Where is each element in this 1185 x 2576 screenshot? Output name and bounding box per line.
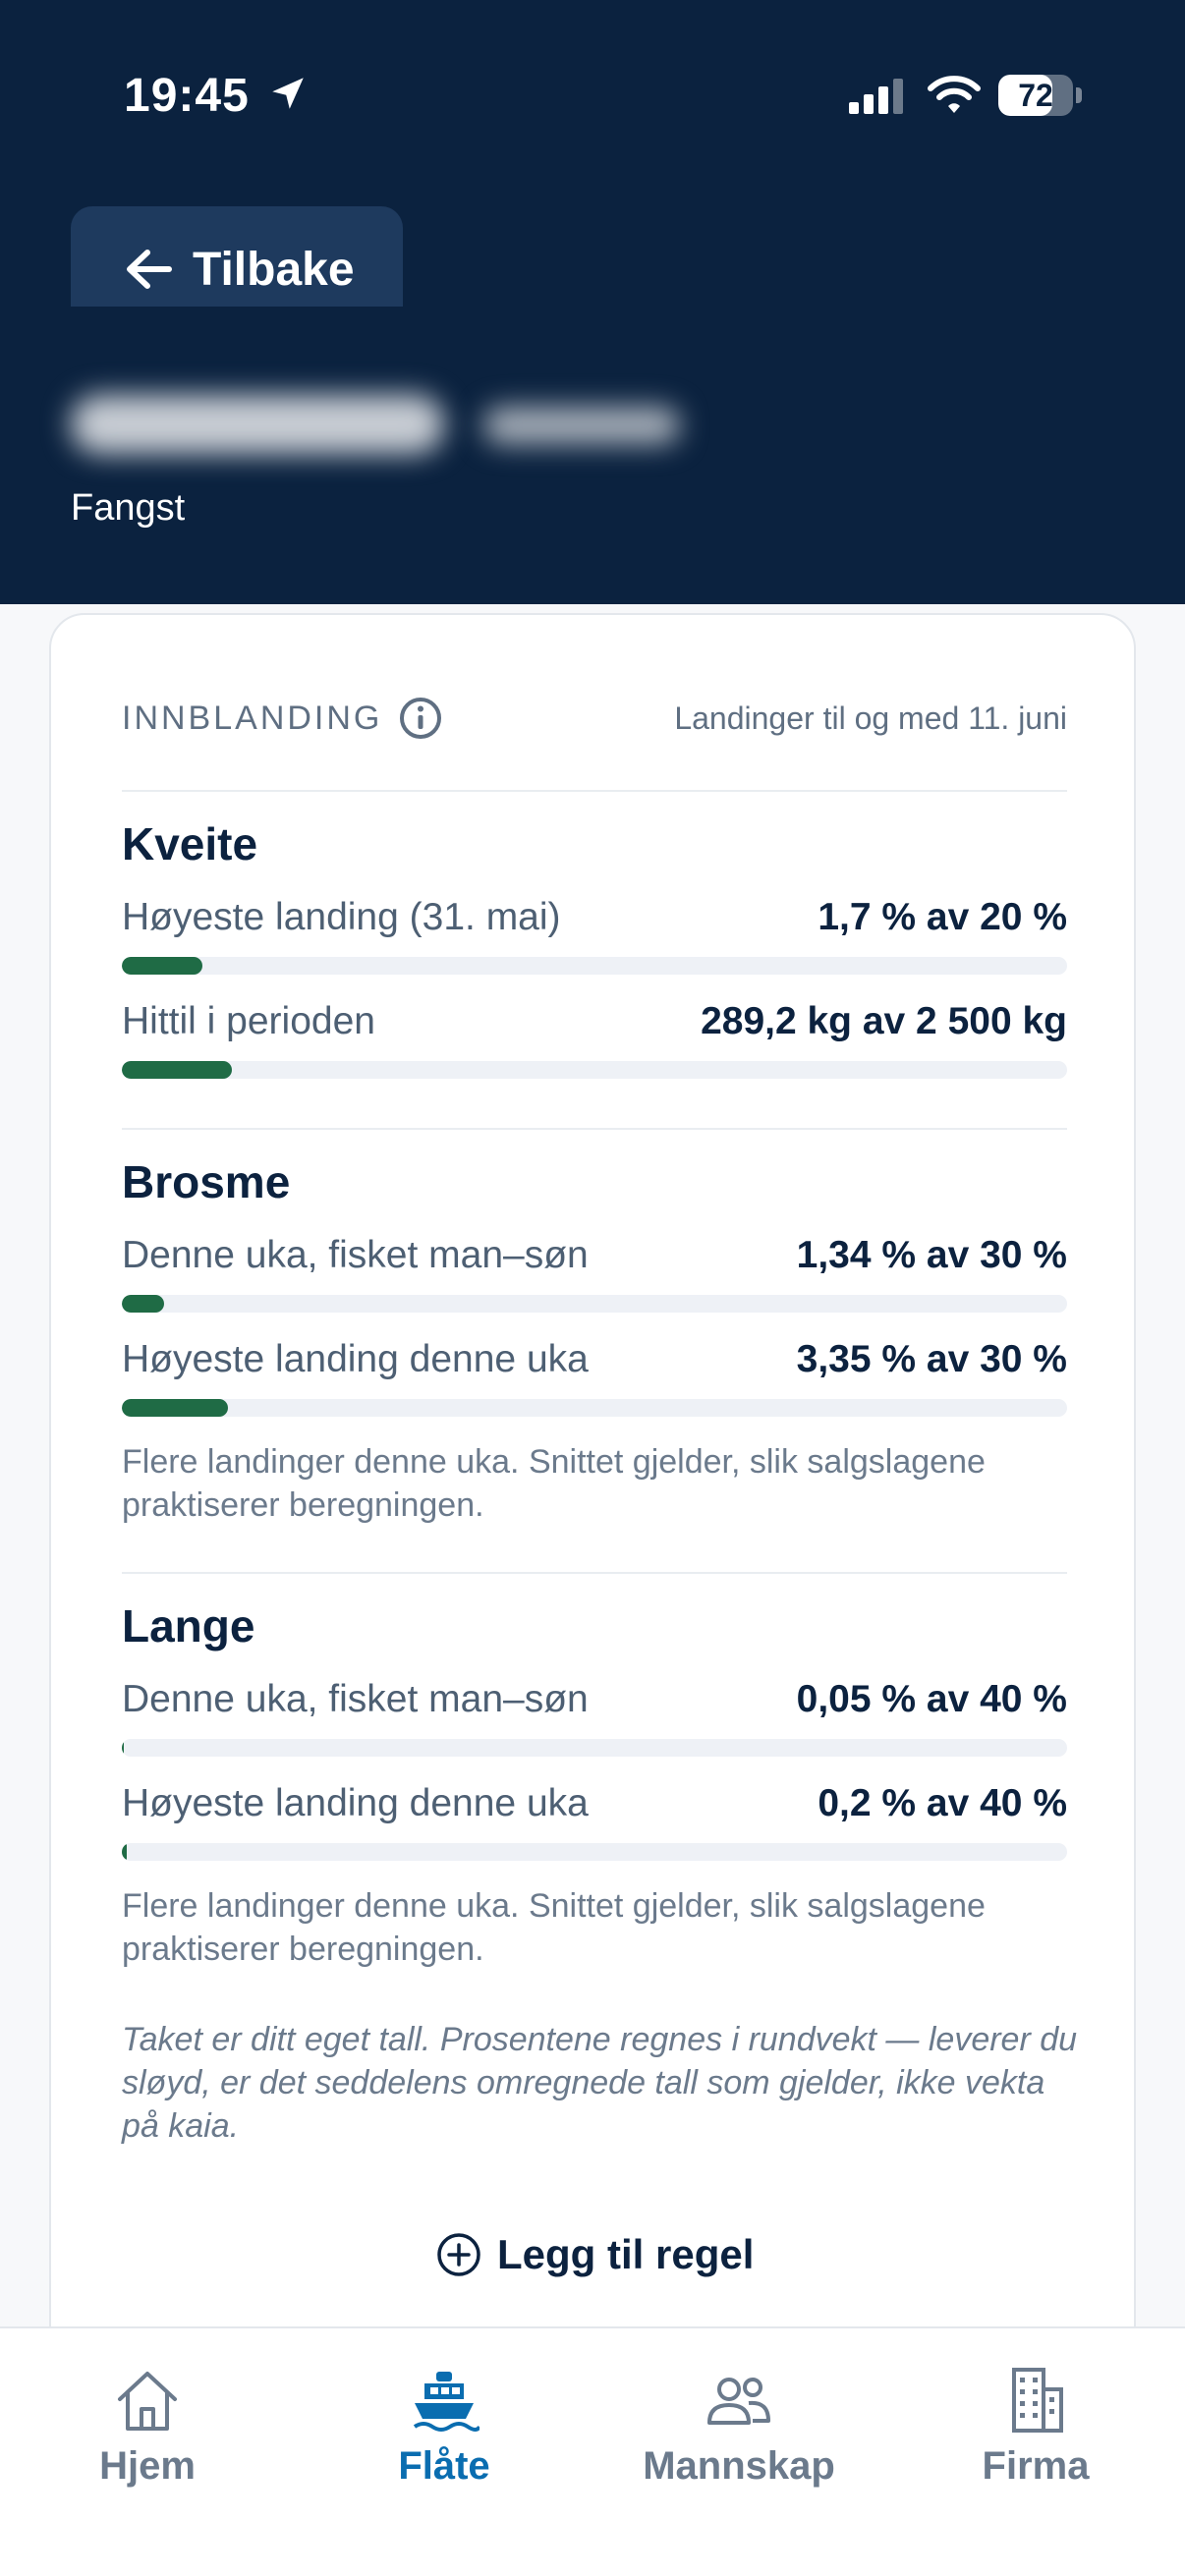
people-icon [707, 2378, 770, 2425]
progress-fill [122, 1295, 165, 1313]
row-value: 0,2 % av 40 % [818, 1782, 1067, 1824]
group-note: Flere landinger denne uka. Snittet gjeld… [122, 1887, 986, 1968]
progress-fill [122, 957, 202, 975]
tab-label: Flåte [398, 2444, 490, 2488]
section-title: INNBLANDING [122, 699, 383, 737]
boat-icon [413, 2372, 480, 2432]
date-note: Landinger til og med 11. juni [674, 700, 1067, 736]
home-icon [118, 2372, 177, 2431]
info-icon[interactable] [398, 696, 443, 741]
wifi-icon [928, 76, 981, 113]
signal-icon [849, 79, 903, 114]
progress-bar [122, 1399, 1067, 1417]
tab-firma[interactable]: Firma [888, 2366, 1183, 2489]
add-rule-label: Legg til regel [497, 2231, 755, 2277]
row-label: Høyeste landing denne uka [122, 1338, 589, 1380]
progress-fill [122, 1399, 228, 1417]
tab-hjem[interactable]: Hjem [0, 2366, 295, 2489]
section-label: INNBLANDING [122, 696, 443, 741]
add-rule-button[interactable]: Legg til regel [436, 2231, 754, 2278]
progress-bar [122, 1739, 1067, 1757]
status-time: 19:45 [124, 70, 250, 122]
tab-flate[interactable]: Flåte [297, 2366, 592, 2489]
tab-label: Firma [982, 2444, 1090, 2488]
progress-fill [122, 1739, 125, 1757]
row-value: 3,35 % av 30 % [796, 1338, 1067, 1380]
row-label: Høyeste landing (31. mai) [122, 896, 561, 938]
divider [122, 1572, 1067, 1574]
species-title: Kveite [122, 818, 258, 869]
battery-indicator: 72 [998, 75, 1082, 116]
location-arrow-icon [272, 78, 304, 109]
progress-bar [122, 1295, 1067, 1313]
progress-bar [122, 957, 1067, 975]
tab-label: Mannskap [643, 2444, 835, 2488]
mixing-row: Høyeste landing denne uka 0,2 % av 40 % [122, 1782, 1067, 1825]
plus-circle-icon [437, 2233, 480, 2276]
mixing-row: Høyeste landing denne uka 3,35 % av 30 % [122, 1338, 1067, 1381]
battery-level: 72 [1018, 78, 1053, 113]
row-label: Denne uka, fisket man–søn [122, 1678, 589, 1720]
row-label: Høyeste landing denne uka [122, 1782, 589, 1824]
mixing-row: Denne uka, fisket man–søn 0,05 % av 40 % [122, 1678, 1067, 1721]
mixing-row: Hittil i perioden 289,2 kg av 2 500 kg [122, 1000, 1067, 1043]
progress-bar [122, 1843, 1067, 1861]
row-value: 289,2 kg av 2 500 kg [701, 1000, 1067, 1042]
divider [122, 790, 1067, 792]
tab-label: Hjem [99, 2444, 196, 2488]
row-value: 1,7 % av 20 % [818, 896, 1067, 938]
divider [122, 1128, 1067, 1130]
page-subtitle: Fangst [71, 487, 186, 529]
arrow-left-icon [127, 250, 172, 289]
card-header: INNBLANDING Landinger til og med 11. jun… [122, 694, 1067, 743]
row-label: Denne uka, fisket man–søn [122, 1234, 589, 1276]
group-note: Flere landinger denne uka. Snittet gjeld… [122, 1443, 986, 1524]
app-header: 19:45 72 Tilbake Fangst [0, 0, 1185, 604]
species-title: Lange [122, 1600, 255, 1652]
row-label: Hittil i perioden [122, 1000, 375, 1042]
footnote: Taket er ditt eget tall. Prosentene regn… [122, 2021, 1078, 2145]
building-icon [1012, 2368, 1063, 2433]
back-label: Tilbake [193, 243, 355, 296]
progress-fill [122, 1843, 127, 1861]
species-title: Brosme [122, 1156, 291, 1207]
mixing-row: Denne uka, fisket man–søn 1,34 % av 30 % [122, 1234, 1067, 1277]
redacted-vessel-name [51, 307, 690, 474]
row-value: 0,05 % av 40 % [796, 1678, 1067, 1720]
progress-fill [122, 1061, 232, 1079]
row-value: 1,34 % av 30 % [796, 1234, 1067, 1276]
progress-bar [122, 1061, 1067, 1079]
tab-mannskap[interactable]: Mannskap [592, 2366, 886, 2489]
mixing-card: INNBLANDING Landinger til og med 11. jun… [49, 613, 1136, 2381]
tab-bar: Hjem Flåte Mannskap Firma [0, 2326, 1185, 2576]
mixing-row: Høyeste landing (31. mai) 1,7 % av 20 % [122, 896, 1067, 939]
